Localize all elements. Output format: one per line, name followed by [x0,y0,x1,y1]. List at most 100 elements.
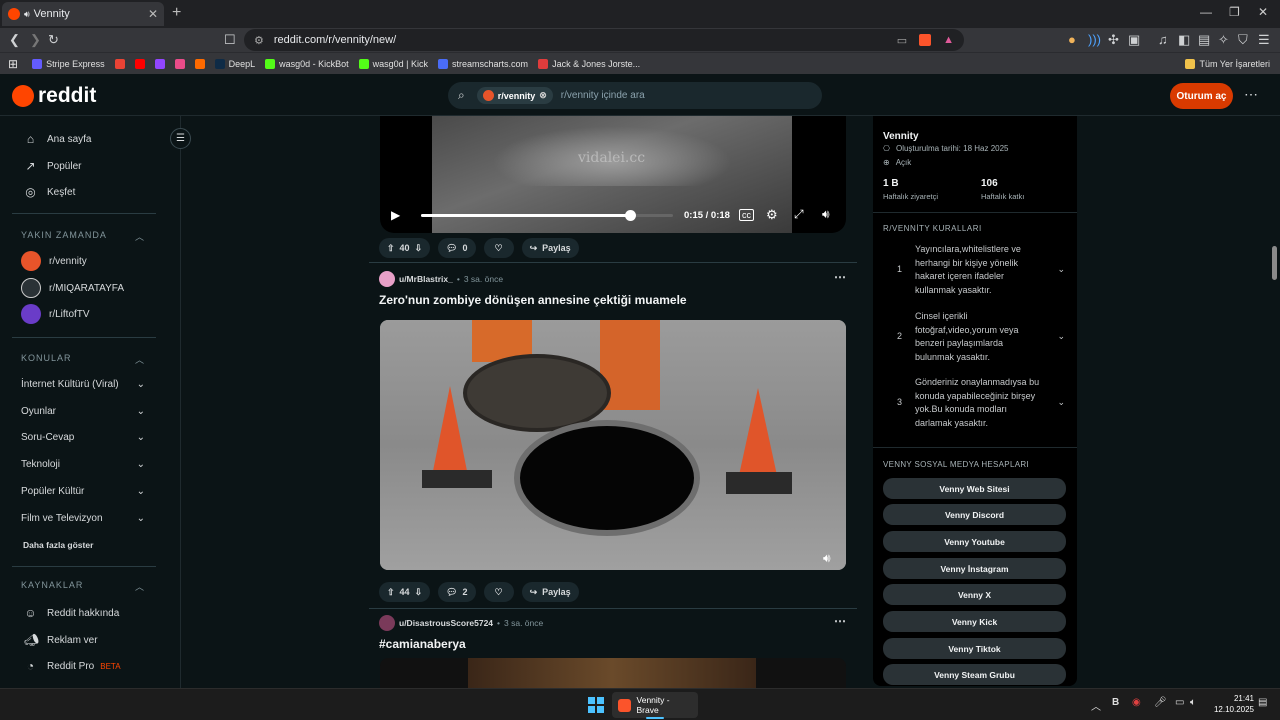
wallet-icon[interactable]: ● [1068,32,1076,47]
back-icon[interactable]: ❮ [9,32,20,48]
rule-item-3[interactable]: 3 Gönderiniz onaylanmadıysa bu konuda ya… [885,376,1065,430]
search-bar[interactable]: ⌕ r/vennity ⊗ r/vennity içinde ara [448,82,822,109]
post-author[interactable]: u/MrBlastrix_ [399,274,453,284]
upvote-icon[interactable]: ⇧ [387,243,395,254]
social-link-discord[interactable]: Venny Discord [883,504,1066,525]
topic-technology[interactable]: Teknoloji ⌄ [21,459,145,470]
award-button[interactable]: ♡ [483,238,514,258]
volume-icon[interactable]: 🔈︎ [1190,697,1196,708]
share-button[interactable]: ↪ Paylaş [521,238,579,258]
bookmark-item[interactable] [174,58,185,69]
cast-icon[interactable]: ▭ [897,34,907,47]
microphone-icon[interactable]: 🎤︎ [1154,697,1167,708]
vpn-shield-icon[interactable]: ⛉ [1238,32,1248,48]
clock[interactable]: 21:41 12.10.2025 [1208,693,1254,715]
bookmark-item[interactable]: Stripe Express [32,58,105,69]
topic-qa[interactable]: Soru-Cevap ⌄ [21,432,145,443]
apps-grid-icon[interactable]: ⊞ [8,57,18,71]
show-more-button[interactable]: Daha fazla göster [23,540,93,550]
play-icon[interactable]: ▶ [391,208,400,222]
community-search-chip[interactable]: r/vennity ⊗ [476,87,553,104]
leo-ai-icon[interactable]: ✧ [1218,32,1229,48]
bookmark-item[interactable]: wasg0d | Kick [358,58,428,69]
topic-film-tv[interactable]: Film ve Televizyon ⌄ [21,513,145,524]
post-title[interactable]: #camianaberya [379,637,466,651]
post-menu-icon[interactable]: ⋯ [834,270,846,284]
topic-internet-culture[interactable]: İnternet Kültürü (Viral) ⌄ [21,379,145,390]
social-link-website[interactable]: Venny Web Sitesi [883,478,1066,499]
video-player[interactable]: vidalei.cc ▶ 0:15 / 0:18 cc ⚙︎ ⤢ 🔊︎ [380,116,846,233]
social-link-x[interactable]: Venny X [883,584,1066,605]
video-progress-track[interactable] [421,210,673,221]
taskbar-app-brave[interactable]: Vennity - Brave [612,692,698,718]
post-media-preview[interactable] [380,658,846,688]
display-icon[interactable]: ▭ [1175,697,1184,708]
post-author[interactable]: u/DisastrousScore5724 [399,618,493,628]
bookmark-item[interactable]: streamscharts.com [438,58,528,69]
brave-shields-icon[interactable] [919,34,932,46]
volume-icon[interactable]: 🔊︎ [822,207,830,222]
award-button[interactable]: ♡ [483,582,514,602]
social-link-youtube[interactable]: Venny Youtube [883,531,1066,552]
page-scrollbar[interactable] [1270,116,1280,688]
bookmark-item[interactable] [194,58,205,69]
reddit-logo[interactable]: reddit [12,84,96,108]
menu-icon[interactable]: ☰ [1258,32,1270,48]
chevron-up-icon[interactable]: ︿ [1091,698,1101,713]
site-info-icon[interactable]: ⚙︎ [254,34,264,47]
more-options-icon[interactable]: ⋯ [1244,86,1258,103]
sidebar-toggle-icon[interactable]: ◧ [1178,32,1190,48]
captions-icon[interactable]: cc [739,209,754,221]
all-bookmarks-folder[interactable]: Tüm Yer İşaretleri [1185,58,1270,69]
topic-pop-culture[interactable]: Popüler Kültür ⌄ [21,486,145,497]
close-window-button[interactable]: ✕ [1258,5,1268,19]
collapse-sidebar-button[interactable]: ☰ [170,128,191,149]
social-link-tiktok[interactable]: Venny Tiktok [883,638,1066,659]
close-tab-icon[interactable]: ✕ [148,7,158,21]
notifications-icon[interactable]: ▤ [1258,697,1267,708]
social-link-steam[interactable]: Venny Steam Grubu [883,664,1066,685]
recent-community-miqaratayfa[interactable]: r/MIQARATAYFA [21,278,124,298]
recent-community-vennity[interactable]: r/vennity [21,251,87,271]
settings-gear-icon[interactable]: ⚙︎ [766,207,778,223]
login-button[interactable]: Oturum aç [1170,83,1233,109]
tray-app-icon[interactable]: B [1112,697,1119,708]
topic-games[interactable]: Oyunlar ⌄ [21,406,145,417]
bookmark-item[interactable]: DeepL [214,58,255,69]
brave-rewards-icon[interactable]: ▲ [943,34,954,46]
nav-explore[interactable]: ◎ Keşfet [24,185,75,199]
windows-start-icon[interactable] [588,697,604,713]
nav-home[interactable]: ⌂ Ana sayfa [24,132,92,146]
post-menu-icon[interactable]: ⋯ [834,614,846,628]
minimize-button[interactable]: — [1200,5,1212,19]
share-button[interactable]: ↪ Paylaş [521,582,579,602]
bookmark-item[interactable] [114,58,125,69]
address-bar[interactable]: ⚙︎ reddit.com/r/vennity/new/ ▭ ▲ [244,29,964,51]
new-tab-button[interactable]: + [172,4,181,22]
post-video-thumbnail[interactable]: 🔊︎ [380,320,846,570]
recent-section-header[interactable]: YAKIN ZAMANDA ︿ [21,230,145,243]
resource-reddit-pro[interactable]: ◔ Reddit Pro BETA [24,659,121,673]
bookmark-item[interactable]: wasg0d - KickBot [265,58,349,69]
comments-button[interactable]: 💬︎ 2 [438,582,476,602]
rule-item-1[interactable]: 1 Yayıncılara,whitelistlere ve herhangi … [885,243,1065,297]
recent-community-liftoftv[interactable]: r/LiftofTV [21,304,90,324]
comments-button[interactable]: 💬︎ 0 [438,238,476,258]
user-avatar[interactable] [379,271,395,287]
upvote-icon[interactable]: ⇧ [387,587,395,598]
music-icon[interactable]: ♫ [1158,32,1168,47]
screenshot-icon[interactable]: ▣ [1128,32,1140,48]
search-input[interactable]: r/vennity içinde ara [561,90,645,101]
bookmark-item[interactable] [154,58,165,69]
reload-icon[interactable]: ↻ [48,32,59,48]
audio-icon[interactable]: ))) [1088,32,1101,47]
bookmark-item[interactable]: Jack & Jones Jorste... [538,58,640,69]
user-avatar[interactable] [379,615,395,631]
topics-section-header[interactable]: KONULAR ︿ [21,353,145,366]
downvote-icon[interactable]: ⇩ [415,587,423,598]
downvote-icon[interactable]: ⇩ [415,243,423,254]
nav-popular[interactable]: ↗ Popüler [24,159,81,173]
extensions-icon[interactable]: ✣ [1108,32,1119,48]
tray-security-icon[interactable]: ◉ [1132,697,1141,708]
bookmark-icon[interactable]: ☐ [224,32,236,48]
